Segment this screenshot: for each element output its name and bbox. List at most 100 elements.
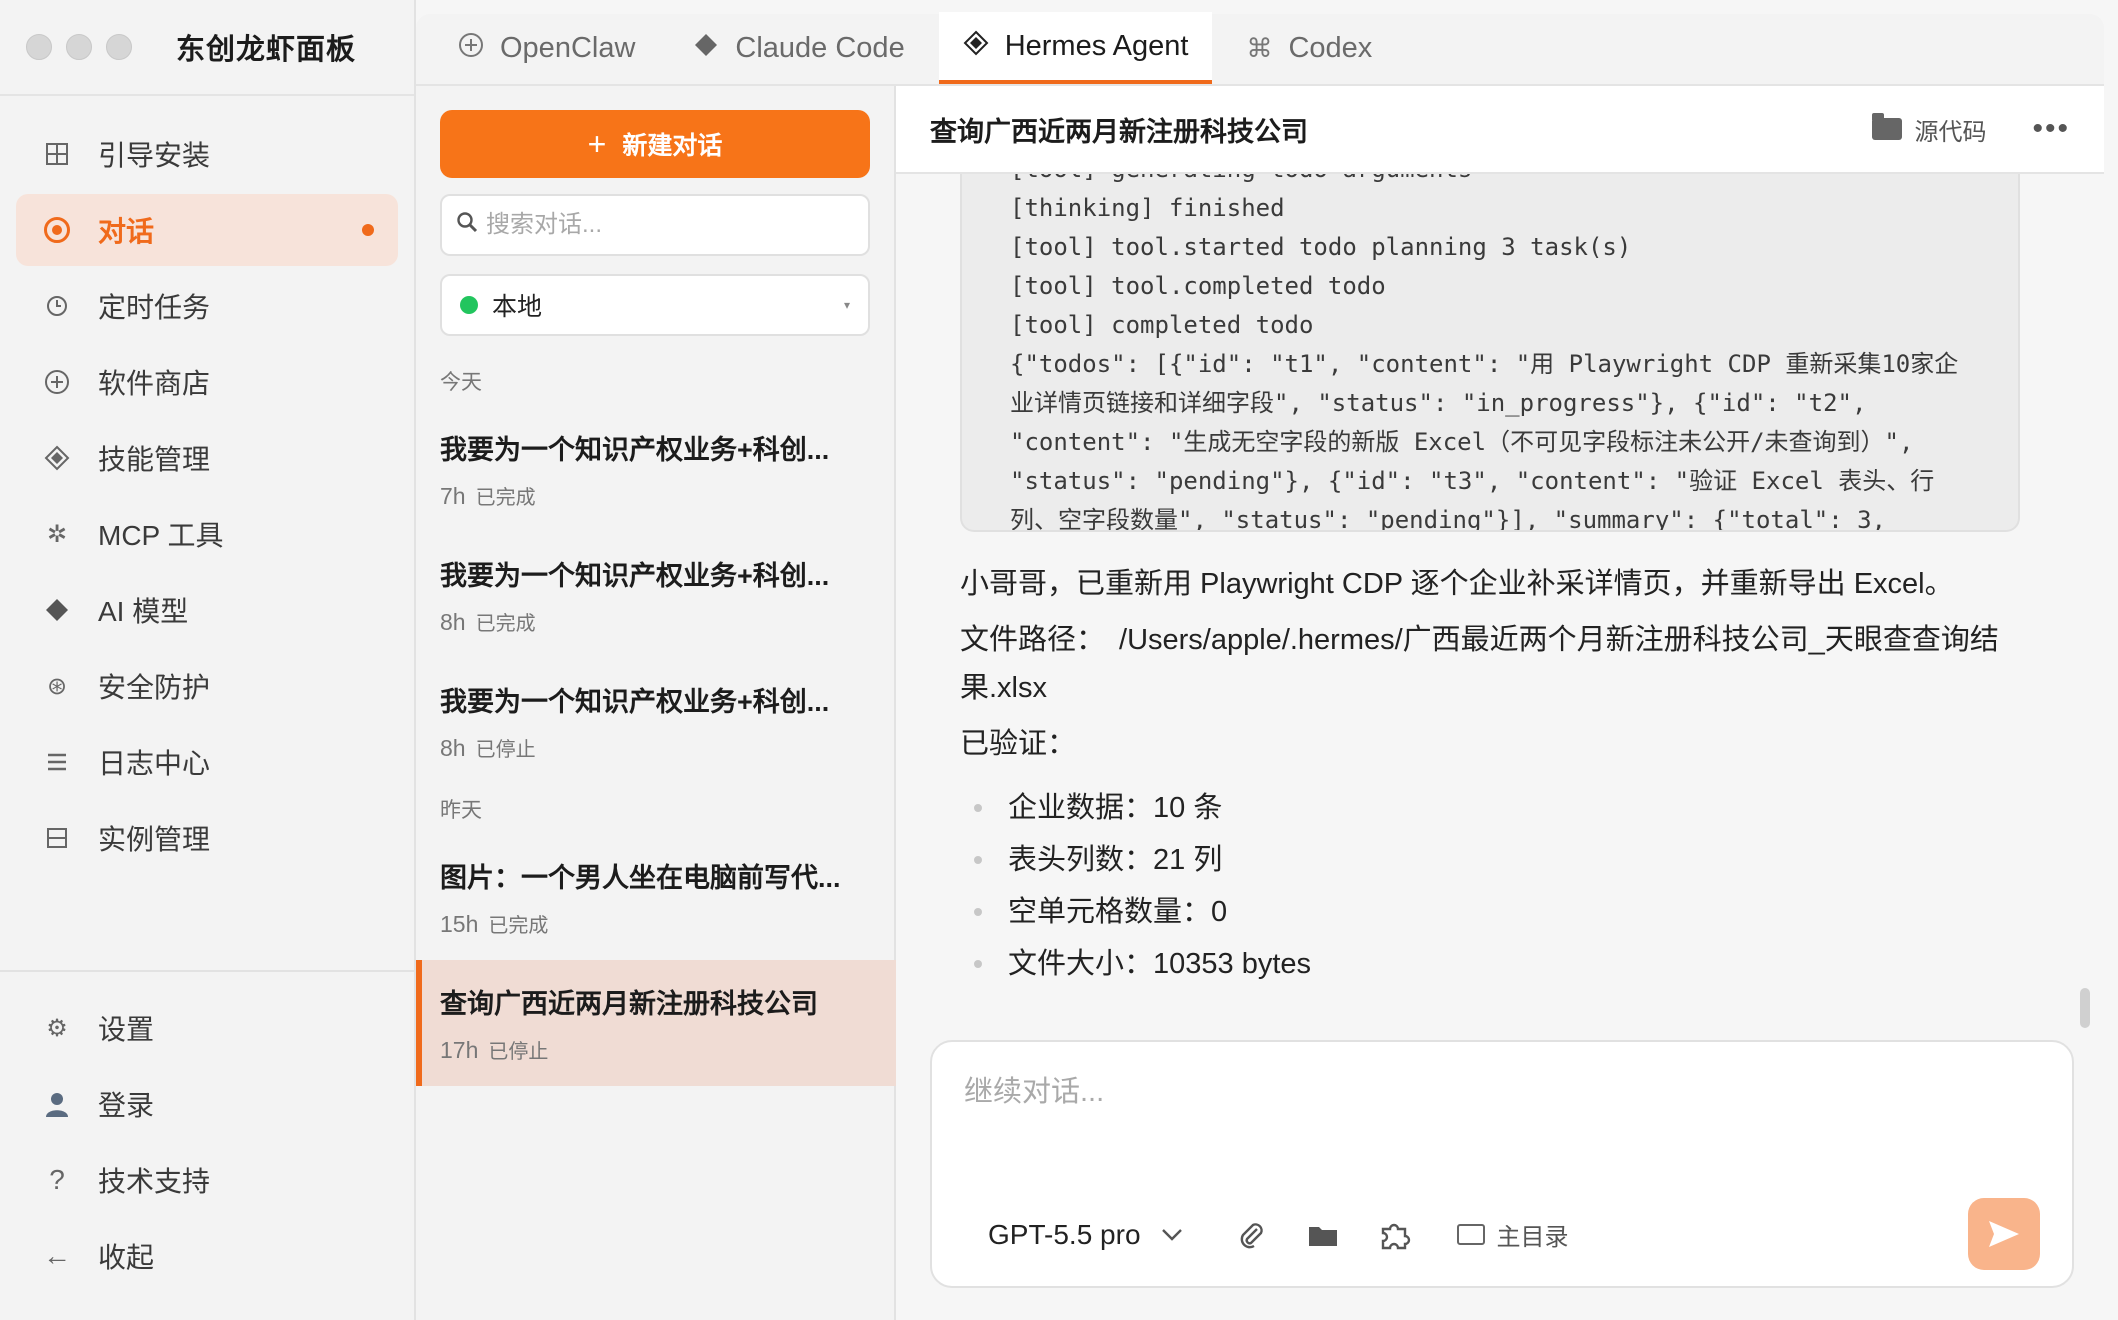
conversation-title: 我要为一个知识产权业务+科创... [440, 435, 830, 465]
home-directory-button[interactable]: 主目录 [1456, 1217, 1569, 1252]
more-options-icon[interactable]: ••• [2032, 112, 2070, 146]
list-item-text: 文件大小：10353 bytes [1008, 948, 1312, 980]
tab-label: Claude Code [735, 31, 905, 64]
conversation-age: 7h [440, 483, 466, 509]
tab-openclaw[interactable]: OpenClaw [434, 12, 659, 84]
chat-header: 查询广西近两月新注册科技公司 源代码 ••• [896, 86, 2104, 174]
sidebar-item-scheduled-tasks[interactable]: 定时任务 [16, 270, 398, 342]
window-controls [26, 34, 132, 60]
conversation-age: 8h [440, 609, 466, 635]
message-input[interactable] [964, 1068, 2024, 1148]
source-select-value: 本地 [492, 293, 543, 321]
sidebar-item-support[interactable]: ? 技术支持 [16, 1144, 398, 1216]
sidebar-item-label: 安全防护 [98, 672, 211, 703]
tab-label: Hermes Agent [1004, 29, 1189, 62]
tool-log-block: [tool] generating todo arguments [thinki… [960, 174, 2020, 532]
main-area: OpenClaw Claude Code Hermes Agent ⌘ Code… [416, 0, 2118, 1320]
sidebar-item-guide-install[interactable]: 引导安装 [16, 118, 398, 190]
list-item-text: 表头列数：21 列 [1008, 844, 1223, 876]
tab-claude-code[interactable]: Claude Code [669, 12, 928, 84]
plus-icon: + [587, 125, 607, 162]
conversation-status: 已停止 [488, 1041, 549, 1063]
chevron-down-icon: ▾ [843, 298, 850, 312]
sidebar-item-label: 日志中心 [98, 748, 211, 779]
sidebar-item-label: 技能管理 [98, 444, 211, 475]
conversation-status: 已完成 [475, 613, 536, 635]
command-icon: ⌘ [1246, 32, 1273, 63]
chat-target-icon [42, 215, 72, 245]
new-conversation-label: 新建对话 [622, 132, 723, 160]
conversation-title: 我要为一个知识产权业务+科创... [440, 561, 830, 591]
sidebar-item-label: MCP 工具 [98, 520, 224, 551]
sidebar-nav: 引导安装 对话 定时任务 软件商店 技能管理 ✲ MCP 工具 AI 模型 ⊛ … [0, 96, 414, 874]
list-item: 表头列数：21 列 [960, 834, 2020, 886]
chat-scrollbar[interactable] [2080, 988, 2090, 1028]
source-code-button[interactable]: 源代码 [1872, 112, 1986, 147]
sidebar: 东创龙虾面板 引导安装 对话 定时任务 软件商店 技能管理 ✲ MCP 工具 A… [0, 0, 416, 1320]
conversation-age: 17h [440, 1037, 479, 1063]
list-item-text: 企业数据：10 条 [1008, 792, 1223, 824]
tab-label: OpenClaw [500, 31, 636, 64]
diamond-solid-icon [42, 595, 72, 625]
model-name: GPT-5.5 pro [988, 1218, 1141, 1250]
verification-list: 企业数据：10 条 表头列数：21 列 空单元格数量：0 文件大小：10353 … [960, 782, 2020, 990]
sidebar-item-security[interactable]: ⊛ 安全防护 [16, 650, 398, 722]
sidebar-item-settings[interactable]: ⚙ 设置 [16, 992, 398, 1064]
sidebar-item-label: 设置 [98, 1014, 155, 1045]
question-icon: ? [49, 1164, 65, 1195]
message-line: 小哥哥，已重新用 Playwright CDP 逐个企业补采详情页，并重新导出 … [960, 568, 1954, 600]
verified-label: 已验证： [960, 728, 1077, 760]
sidebar-item-label: 登录 [98, 1090, 155, 1121]
conversation-item[interactable]: 我要为一个知识产权业务+科创... 8h 已停止 [416, 658, 896, 784]
gear-icon: ⚙ [46, 1014, 68, 1042]
composer-toolbar: GPT-5.5 pro 主目录 [988, 1217, 1569, 1252]
sidebar-item-instances[interactable]: 实例管理 [16, 802, 398, 874]
file-path-label: 文件路径： [960, 624, 1106, 656]
minimize-window-button[interactable] [66, 34, 92, 60]
sidebar-item-label: 技术支持 [98, 1166, 211, 1197]
sidebar-item-collapse[interactable]: ← 收起 [16, 1220, 398, 1292]
new-conversation-button[interactable]: + 新建对话 [440, 110, 870, 178]
paperclip-icon[interactable] [1235, 1219, 1267, 1251]
sidebar-item-label: 定时任务 [98, 292, 211, 323]
diamond-solid-icon [693, 32, 719, 65]
sidebar-item-software-store[interactable]: 软件商店 [16, 346, 398, 418]
unread-dot [362, 224, 374, 236]
conversation-status: 已完成 [475, 487, 536, 509]
conversation-item[interactable]: 图片：一个男人坐在电脑前写代... 15h 已完成 [416, 834, 896, 960]
folder-icon[interactable] [1307, 1219, 1339, 1251]
sidebar-item-logs[interactable]: 日志中心 [16, 726, 398, 798]
grid-icon [42, 139, 72, 169]
search-box [440, 194, 870, 256]
folder-outline-icon [1456, 1224, 1485, 1245]
search-input[interactable] [486, 211, 846, 239]
content: + 新建对话 本地 ▾ 今天 我要为一个知识产权业务+科创... [416, 86, 2104, 1320]
send-button[interactable] [1968, 1198, 2040, 1270]
chevron-down-icon [1161, 1222, 1183, 1248]
sidebar-item-label: 收起 [98, 1242, 155, 1273]
sidebar-item-ai-models[interactable]: AI 模型 [16, 574, 398, 646]
conversation-status: 已完成 [488, 915, 549, 937]
close-window-button[interactable] [26, 34, 52, 60]
tab-codex[interactable]: ⌘ Codex [1222, 12, 1396, 84]
arrow-left-icon: ← [43, 1240, 71, 1271]
conversation-item[interactable]: 我要为一个知识产权业务+科创... 8h 已完成 [416, 532, 896, 658]
list-item: 企业数据：10 条 [960, 782, 2020, 834]
puzzle-icon[interactable] [1379, 1219, 1411, 1251]
source-code-label: 源代码 [1914, 118, 1987, 146]
home-directory-label: 主目录 [1496, 1224, 1569, 1251]
source-select[interactable]: 本地 ▾ [440, 274, 870, 336]
conversation-list: + 新建对话 本地 ▾ 今天 我要为一个知识产权业务+科创... [416, 86, 896, 1320]
tool-log-text: [tool] generating todo arguments [thinki… [1010, 174, 1959, 532]
tab-hermes-agent[interactable]: Hermes Agent [938, 12, 1213, 84]
zoom-window-button[interactable] [106, 34, 132, 60]
conversation-item-selected[interactable]: 查询广西近两月新注册科技公司 17h 已停止 [416, 960, 896, 1086]
model-selector[interactable]: GPT-5.5 pro [988, 1219, 1183, 1251]
sidebar-item-chat[interactable]: 对话 [16, 194, 398, 266]
sidebar-item-mcp-tools[interactable]: ✲ MCP 工具 [16, 498, 398, 570]
sidebar-item-skills[interactable]: 技能管理 [16, 422, 398, 494]
conversation-item[interactable]: 我要为一个知识产权业务+科创... 7h 已完成 [416, 406, 896, 532]
folder-icon [1872, 113, 1903, 140]
sidebar-item-login[interactable]: 登录 [16, 1068, 398, 1140]
chat-title: 查询广西近两月新注册科技公司 [930, 116, 1308, 147]
